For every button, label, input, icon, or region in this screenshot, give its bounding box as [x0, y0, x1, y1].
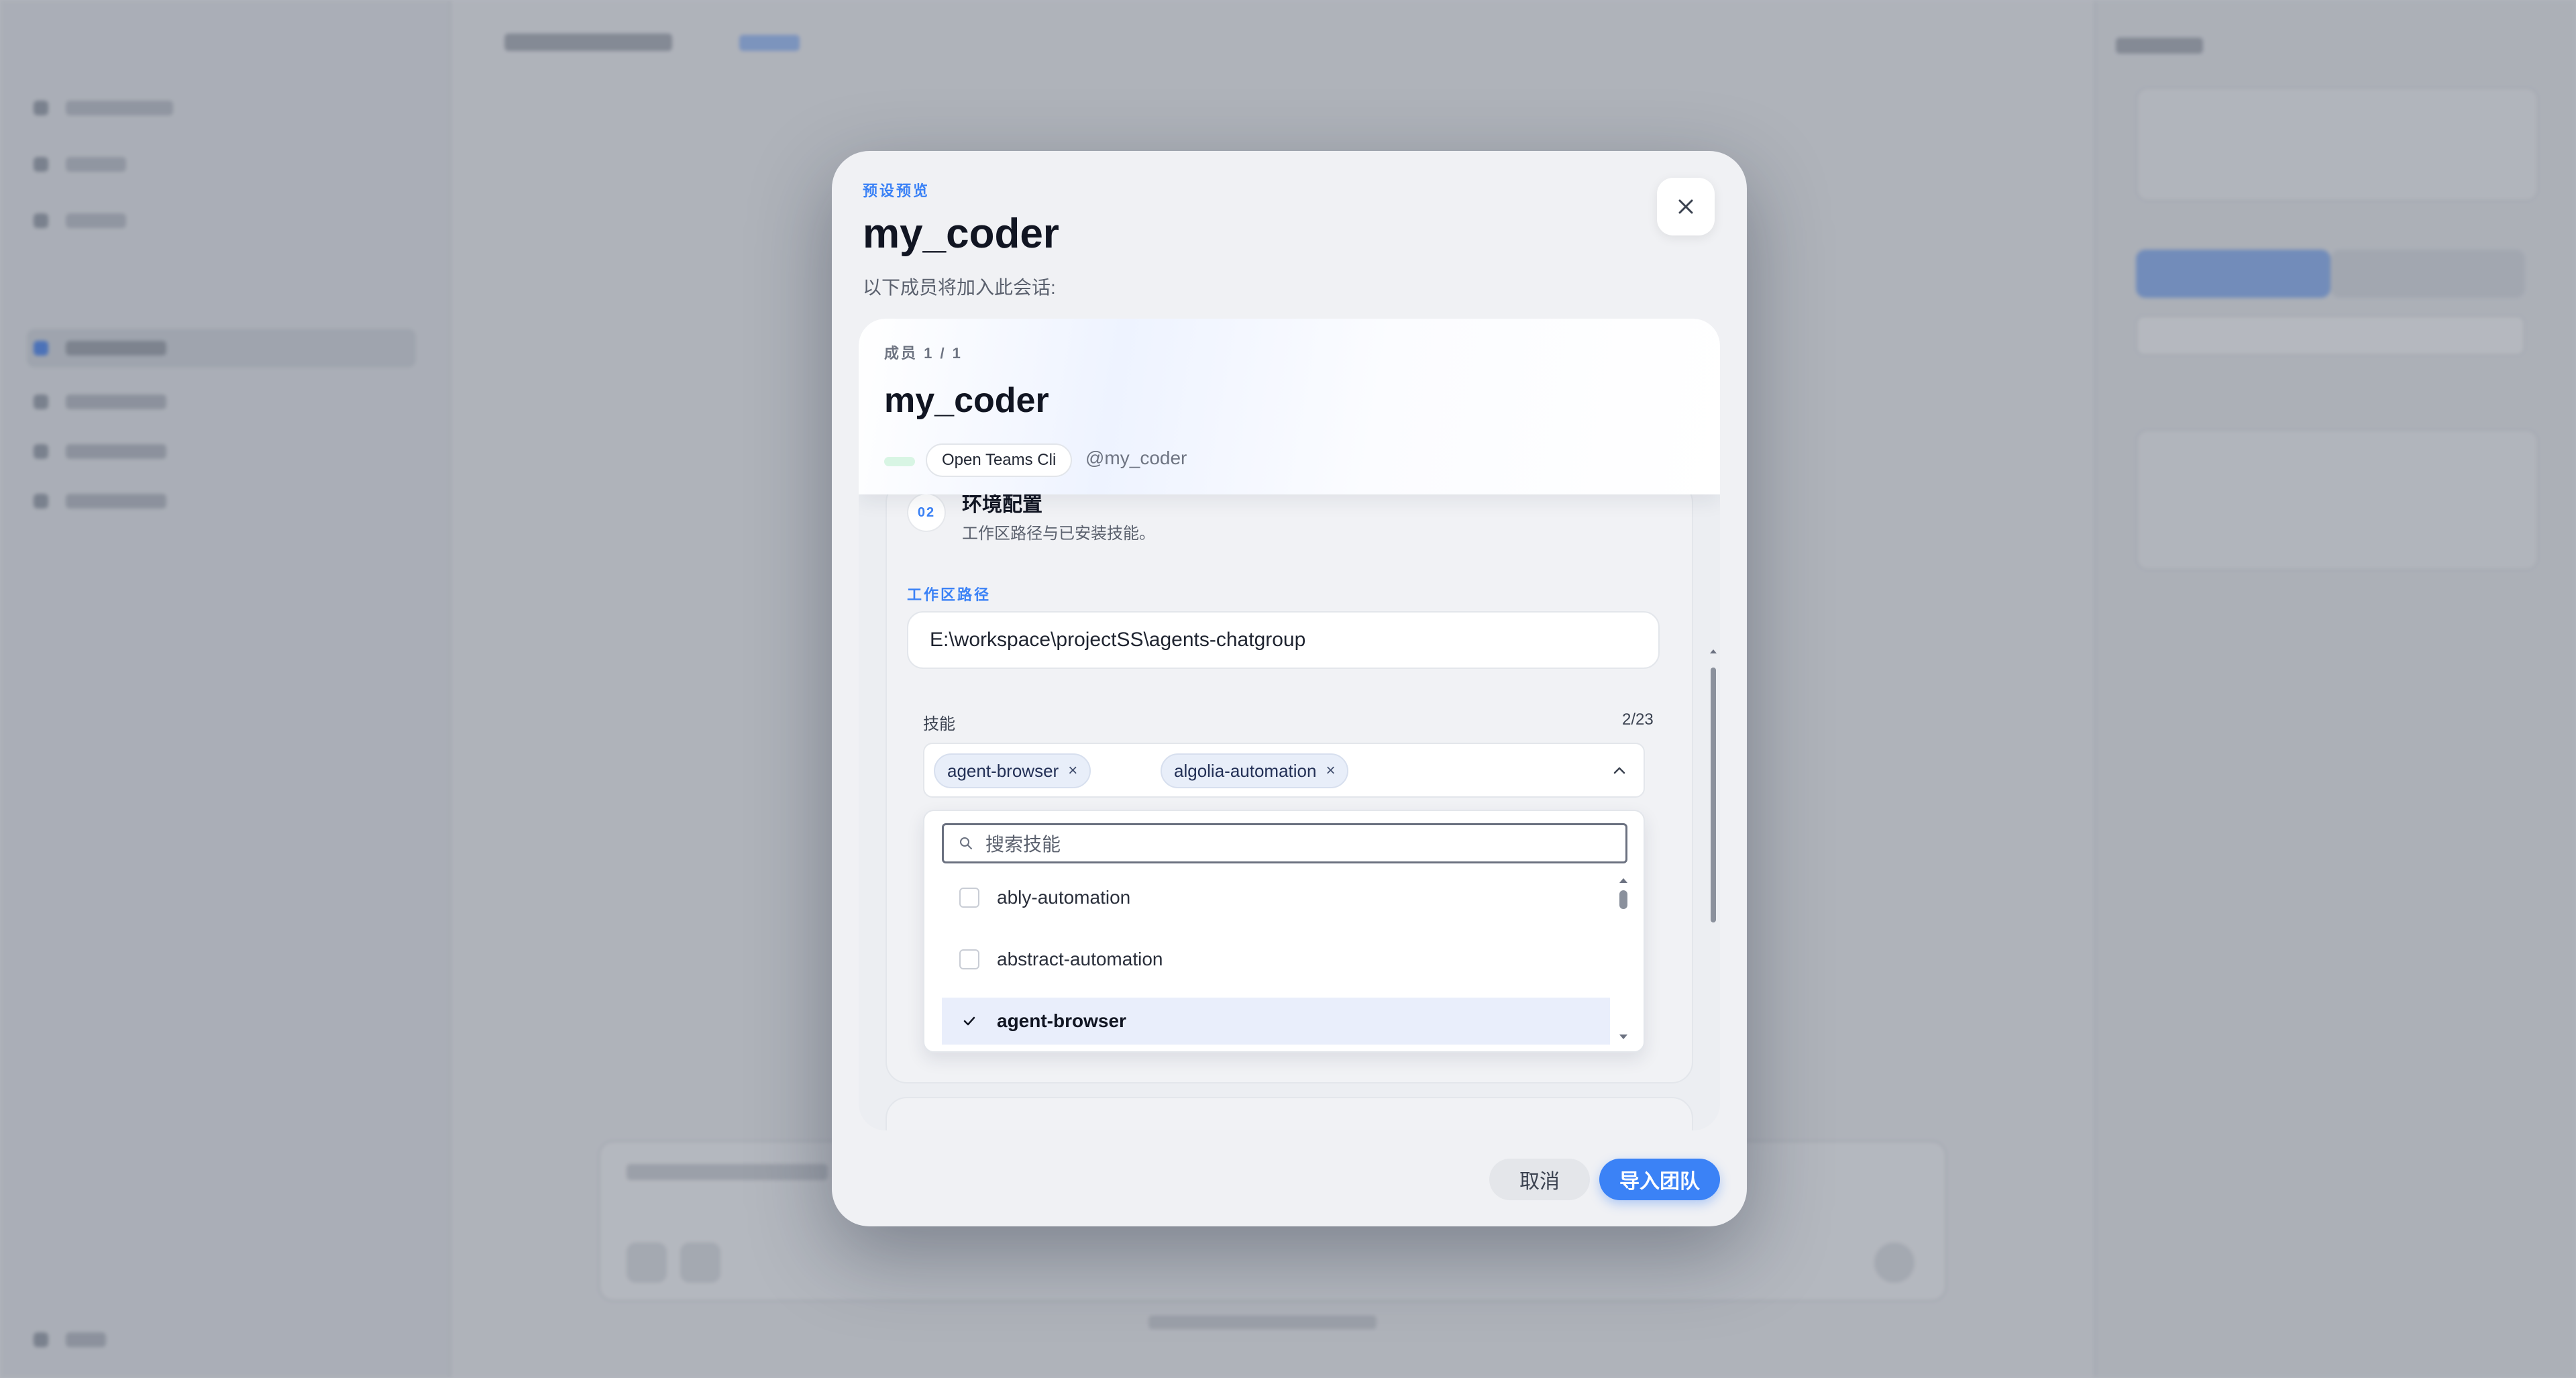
skill-chip: algolia-automation × — [1161, 753, 1349, 788]
workspace-path-input[interactable]: E:\workspace\projectSS\agents-chatgroup — [907, 611, 1660, 669]
workspace-label: 工作区路径 — [907, 586, 991, 603]
remove-chip-icon[interactable]: × — [1326, 761, 1335, 780]
skills-dropdown: 搜索技能 ably-automation abstract-automation — [923, 810, 1645, 1053]
skill-search-placeholder: 搜索技能 — [985, 834, 1061, 855]
skill-option[interactable]: ably-automation — [942, 874, 1610, 921]
member-header: 成员 1 / 1 my_coder Open Teams Cli @my_cod… — [859, 319, 1720, 494]
modal-eyebrow: 预设预览 — [863, 182, 930, 199]
member-type-badge: Open Teams Cli — [926, 443, 1073, 477]
skill-option-label: agent-browser — [997, 1010, 1126, 1031]
skills-multiselect[interactable]: agent-browser × algolia-automation × — [923, 743, 1645, 798]
checkbox[interactable] — [959, 888, 979, 908]
member-count: 成员 1 / 1 — [884, 345, 963, 362]
close-button[interactable] — [1657, 178, 1715, 235]
step-badge: 02 — [907, 494, 946, 532]
skill-option[interactable]: abstract-automation — [942, 936, 1610, 983]
scroll-down-icon[interactable] — [1618, 1032, 1629, 1042]
import-team-button[interactable]: 导入团队 — [1599, 1159, 1720, 1200]
checkmark-icon[interactable] — [959, 1011, 979, 1031]
chevron-up-icon[interactable] — [1610, 761, 1629, 780]
skills-label: 技能 — [923, 715, 955, 733]
member-handle: @my_coder — [1085, 447, 1187, 468]
skill-option-label: abstract-automation — [997, 949, 1163, 969]
skill-chip: agent-browser × — [934, 753, 1091, 788]
cancel-button[interactable]: 取消 — [1489, 1159, 1590, 1200]
environment-section: 02 环境配置 工作区路径与已安装技能。 工作区路径 E:\workspace\… — [885, 494, 1693, 1083]
section-description: 工作区路径与已安装技能。 — [962, 525, 1155, 543]
scroll-up-icon[interactable] — [1708, 646, 1719, 655]
dropdown-scrollbar-thumb[interactable] — [1619, 890, 1627, 909]
member-panel: 成员 1 / 1 my_coder Open Teams Cli @my_cod… — [859, 319, 1720, 1130]
modal-subtitle: 以下成员将加入此会话: — [863, 277, 1056, 298]
skill-option-selected[interactable]: agent-browser — [942, 998, 1610, 1045]
modal-title: my_coder — [863, 211, 1059, 257]
scroll-up-icon[interactable] — [1618, 876, 1629, 885]
preset-preview-modal: 预设预览 my_coder 以下成员将加入此会话: 成员 1 / 1 my_co… — [832, 151, 1747, 1226]
next-section-card — [885, 1097, 1693, 1130]
checkbox[interactable] — [959, 949, 979, 969]
status-indicator — [884, 457, 915, 466]
skill-option-label: ably-automation — [997, 887, 1131, 908]
section-title: 环境配置 — [962, 494, 1042, 516]
close-icon — [1678, 199, 1693, 214]
member-config-scroll-area[interactable]: 02 环境配置 工作区路径与已安装技能。 工作区路径 E:\workspace\… — [859, 494, 1720, 1130]
skill-chip-label: agent-browser — [947, 760, 1059, 781]
remove-chip-icon[interactable]: × — [1068, 761, 1077, 780]
panel-scrollbar-thumb[interactable] — [1711, 668, 1716, 922]
member-name: my_coder — [884, 381, 1049, 420]
skills-count: 2/23 — [1622, 710, 1654, 729]
skill-search-input[interactable]: 搜索技能 — [942, 823, 1627, 863]
search-icon — [960, 837, 972, 849]
skill-chip-label: algolia-automation — [1174, 760, 1317, 781]
